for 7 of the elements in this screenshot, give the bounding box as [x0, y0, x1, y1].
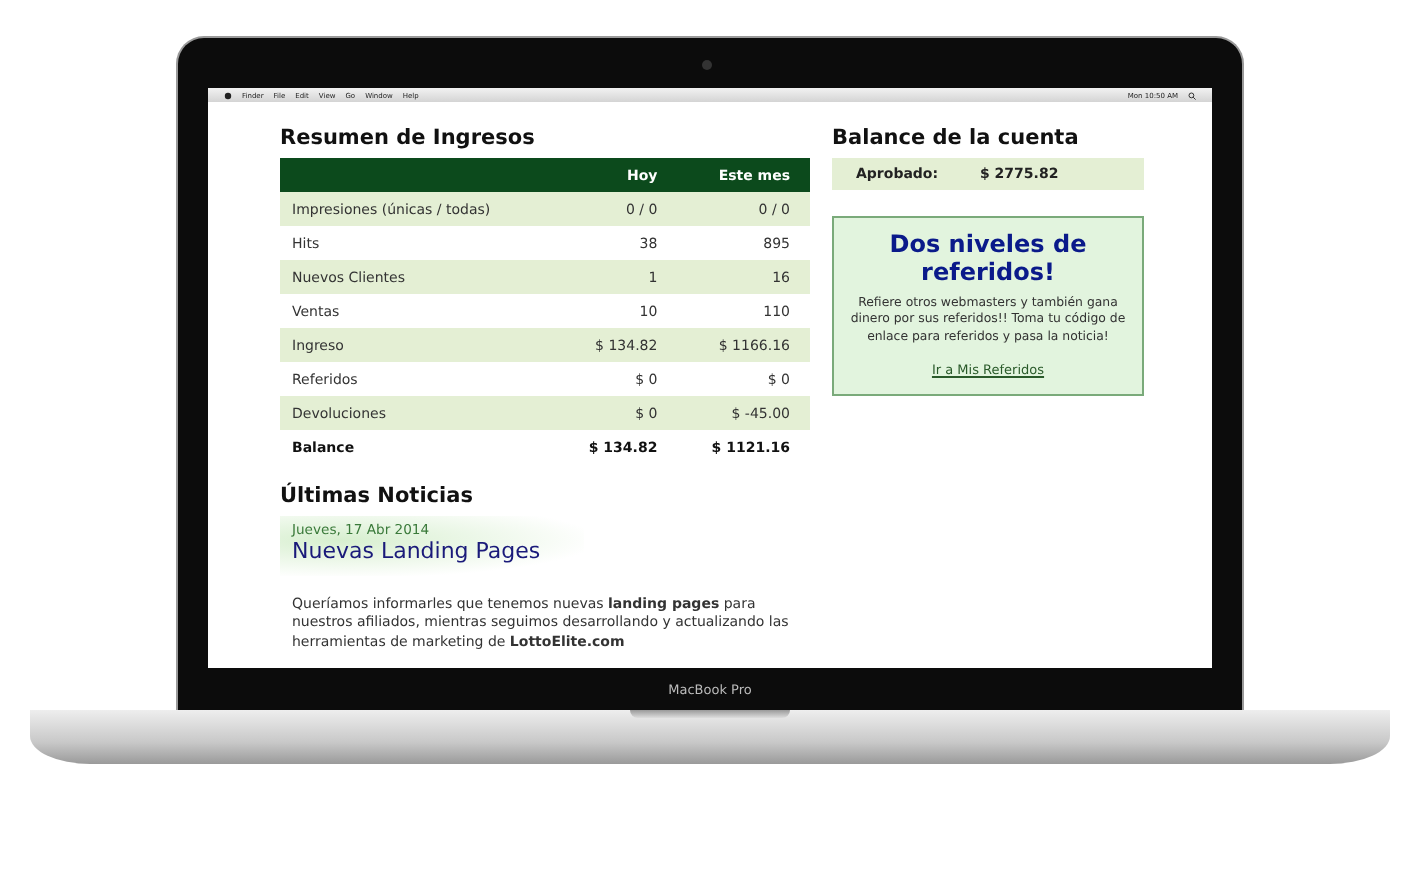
camera-icon	[702, 60, 712, 70]
section-title: Resumen de Ingresos	[280, 126, 537, 150]
news-headline: Nuevas Landing Pages	[292, 538, 541, 564]
section-title: Últimas Noticias	[280, 484, 475, 508]
search-icon[interactable]	[1188, 91, 1196, 99]
section-title: Balance de la cuenta	[832, 126, 1081, 150]
promo-title: Dos niveles de referidos!	[887, 230, 1089, 288]
